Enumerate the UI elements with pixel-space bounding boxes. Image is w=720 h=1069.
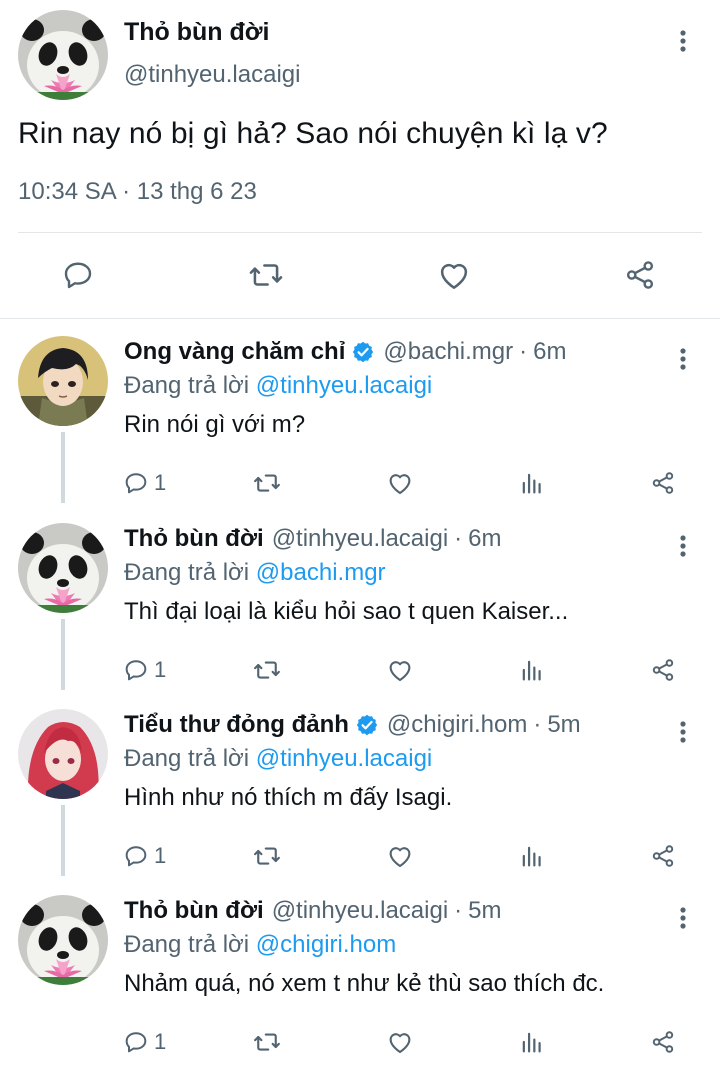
author-name[interactable]: Ong vàng chăm chỉ [124, 338, 345, 366]
author-handle[interactable]: @tinhyeu.lacaigi [272, 897, 448, 925]
more-options-icon[interactable] [668, 903, 698, 933]
reply-tweet[interactable]: Thỏ bùn đời @tinhyeu.lacaigi · 6m Đang t… [0, 505, 720, 690]
reply-header: Ong vàng chăm chỉ @bachi.mgr · 6m [124, 338, 566, 366]
retweet-icon[interactable] [252, 1024, 282, 1060]
more-options-icon[interactable] [668, 344, 698, 374]
share-icon[interactable] [649, 838, 677, 874]
reply-icon [122, 656, 150, 684]
reply-icon [122, 842, 150, 870]
reply-header: Tiểu thư đỏng đảnh @chigiri.hom · 5m [124, 711, 581, 739]
more-options-icon[interactable] [668, 531, 698, 561]
reply-count: 1 [154, 843, 167, 868]
replying-to-handle[interactable]: @tinhyeu.lacaigi [256, 372, 432, 399]
divider [18, 232, 702, 233]
replying-to-label: Đang trả lời [124, 559, 256, 586]
reply-header: Thỏ bùn đời @tinhyeu.lacaigi · 5m [124, 897, 502, 925]
share-icon[interactable] [620, 255, 660, 295]
verified-badge-icon [351, 340, 375, 364]
author-name[interactable]: Tiểu thư đỏng đảnh [124, 711, 349, 739]
author-handle[interactable]: @bachi.mgr [383, 338, 513, 366]
replying-to: Đang trả lời @bachi.mgr [124, 559, 386, 587]
replying-to-label: Đang trả lời [124, 931, 256, 958]
reply-actions: 1 [0, 465, 720, 501]
reply-time[interactable]: 5m [547, 711, 580, 739]
stats-icon[interactable] [518, 1024, 546, 1060]
reply-button[interactable]: 1 [122, 1024, 166, 1060]
reply-icon [122, 1028, 150, 1056]
main-tweet: Thỏ bùn đời @tinhyeu.lacaigi Rin nay nó … [0, 0, 720, 318]
reply-button[interactable]: 1 [122, 652, 166, 688]
replying-to: Đang trả lời @tinhyeu.lacaigi [124, 372, 432, 400]
like-icon[interactable] [385, 1024, 415, 1060]
reply-text: Rin nói gì với m? [124, 411, 306, 438]
reply-tweet[interactable]: Thỏ bùn đời @tinhyeu.lacaigi · 5m Đang t… [0, 877, 720, 1062]
avatar[interactable] [18, 895, 108, 985]
separator-dot: · [454, 525, 463, 552]
reply-count: 1 [154, 470, 167, 495]
retweet-icon[interactable] [252, 652, 282, 688]
replying-to-handle[interactable]: @bachi.mgr [256, 559, 386, 586]
reply-count: 1 [154, 1029, 167, 1054]
like-icon[interactable] [385, 465, 415, 501]
author-name[interactable]: Thỏ bùn đời [124, 897, 264, 925]
share-icon[interactable] [649, 465, 677, 501]
reply-header: Thỏ bùn đời @tinhyeu.lacaigi · 6m [124, 525, 502, 553]
replying-to: Đang trả lời @tinhyeu.lacaigi [124, 745, 432, 773]
reply-icon [122, 469, 150, 497]
avatar[interactable] [18, 336, 108, 426]
separator-dot: · [519, 338, 528, 365]
author-handle[interactable]: @chigiri.hom [387, 711, 527, 739]
reply-button[interactable]: 1 [122, 465, 166, 501]
retweet-icon[interactable] [246, 255, 286, 295]
tweet-text: Rin nay nó bị gì hả? Sao nói chuyện kì l… [18, 117, 608, 150]
replying-to-handle[interactable]: @tinhyeu.lacaigi [256, 745, 432, 772]
reply-icon[interactable] [58, 255, 98, 295]
reply-time[interactable]: 5m [468, 897, 501, 925]
avatar[interactable] [18, 523, 108, 613]
separator-dot: · [533, 711, 542, 738]
replying-to-label: Đang trả lời [124, 372, 256, 399]
reply-text: Nhảm quá, nó xem t như kẻ thù sao thích … [124, 970, 605, 997]
tweet-timestamp[interactable]: 10:34 SA · 13 thg 6 23 [18, 178, 257, 206]
reply-tweet[interactable]: Tiểu thư đỏng đảnh @chigiri.hom · 5m Đan… [0, 691, 720, 876]
panda-avatar[interactable] [18, 10, 108, 100]
avatar[interactable] [18, 709, 108, 799]
like-icon[interactable] [434, 255, 474, 295]
stats-icon[interactable] [518, 838, 546, 874]
share-icon[interactable] [649, 1024, 677, 1060]
reply-actions: 1 [0, 652, 720, 688]
author-name[interactable]: Thỏ bùn đời [124, 525, 264, 553]
reply-time[interactable]: 6m [533, 338, 566, 366]
replying-to: Đang trả lời @chigiri.hom [124, 931, 396, 959]
reply-actions: 1 [0, 838, 720, 874]
separator-dot: · [454, 897, 463, 924]
stats-icon[interactable] [518, 652, 546, 688]
reply-actions: 1 [0, 1024, 720, 1060]
stats-icon[interactable] [518, 465, 546, 501]
more-options-icon[interactable] [668, 717, 698, 747]
reply-text: Thì đại loại là kiểu hỏi sao t quen Kais… [124, 598, 569, 625]
like-icon[interactable] [385, 838, 415, 874]
author-name[interactable]: Thỏ bùn đời [124, 18, 270, 47]
replying-to-handle[interactable]: @chigiri.hom [256, 931, 396, 958]
retweet-icon[interactable] [252, 465, 282, 501]
reply-count: 1 [154, 657, 167, 682]
share-icon[interactable] [649, 652, 677, 688]
verified-badge-icon [355, 713, 379, 737]
author-handle[interactable]: @tinhyeu.lacaigi [124, 61, 300, 89]
reply-button[interactable]: 1 [122, 838, 166, 874]
more-options-icon[interactable] [668, 26, 698, 56]
reply-text: Hình như nó thích m đấy Isagi. [124, 784, 453, 811]
author-handle[interactable]: @tinhyeu.lacaigi [272, 525, 448, 553]
like-icon[interactable] [385, 652, 415, 688]
replying-to-label: Đang trả lời [124, 745, 256, 772]
reply-tweet[interactable]: Ong vàng chăm chỉ @bachi.mgr · 6m Đang t… [0, 318, 720, 503]
retweet-icon[interactable] [252, 838, 282, 874]
reply-time[interactable]: 6m [468, 525, 501, 553]
